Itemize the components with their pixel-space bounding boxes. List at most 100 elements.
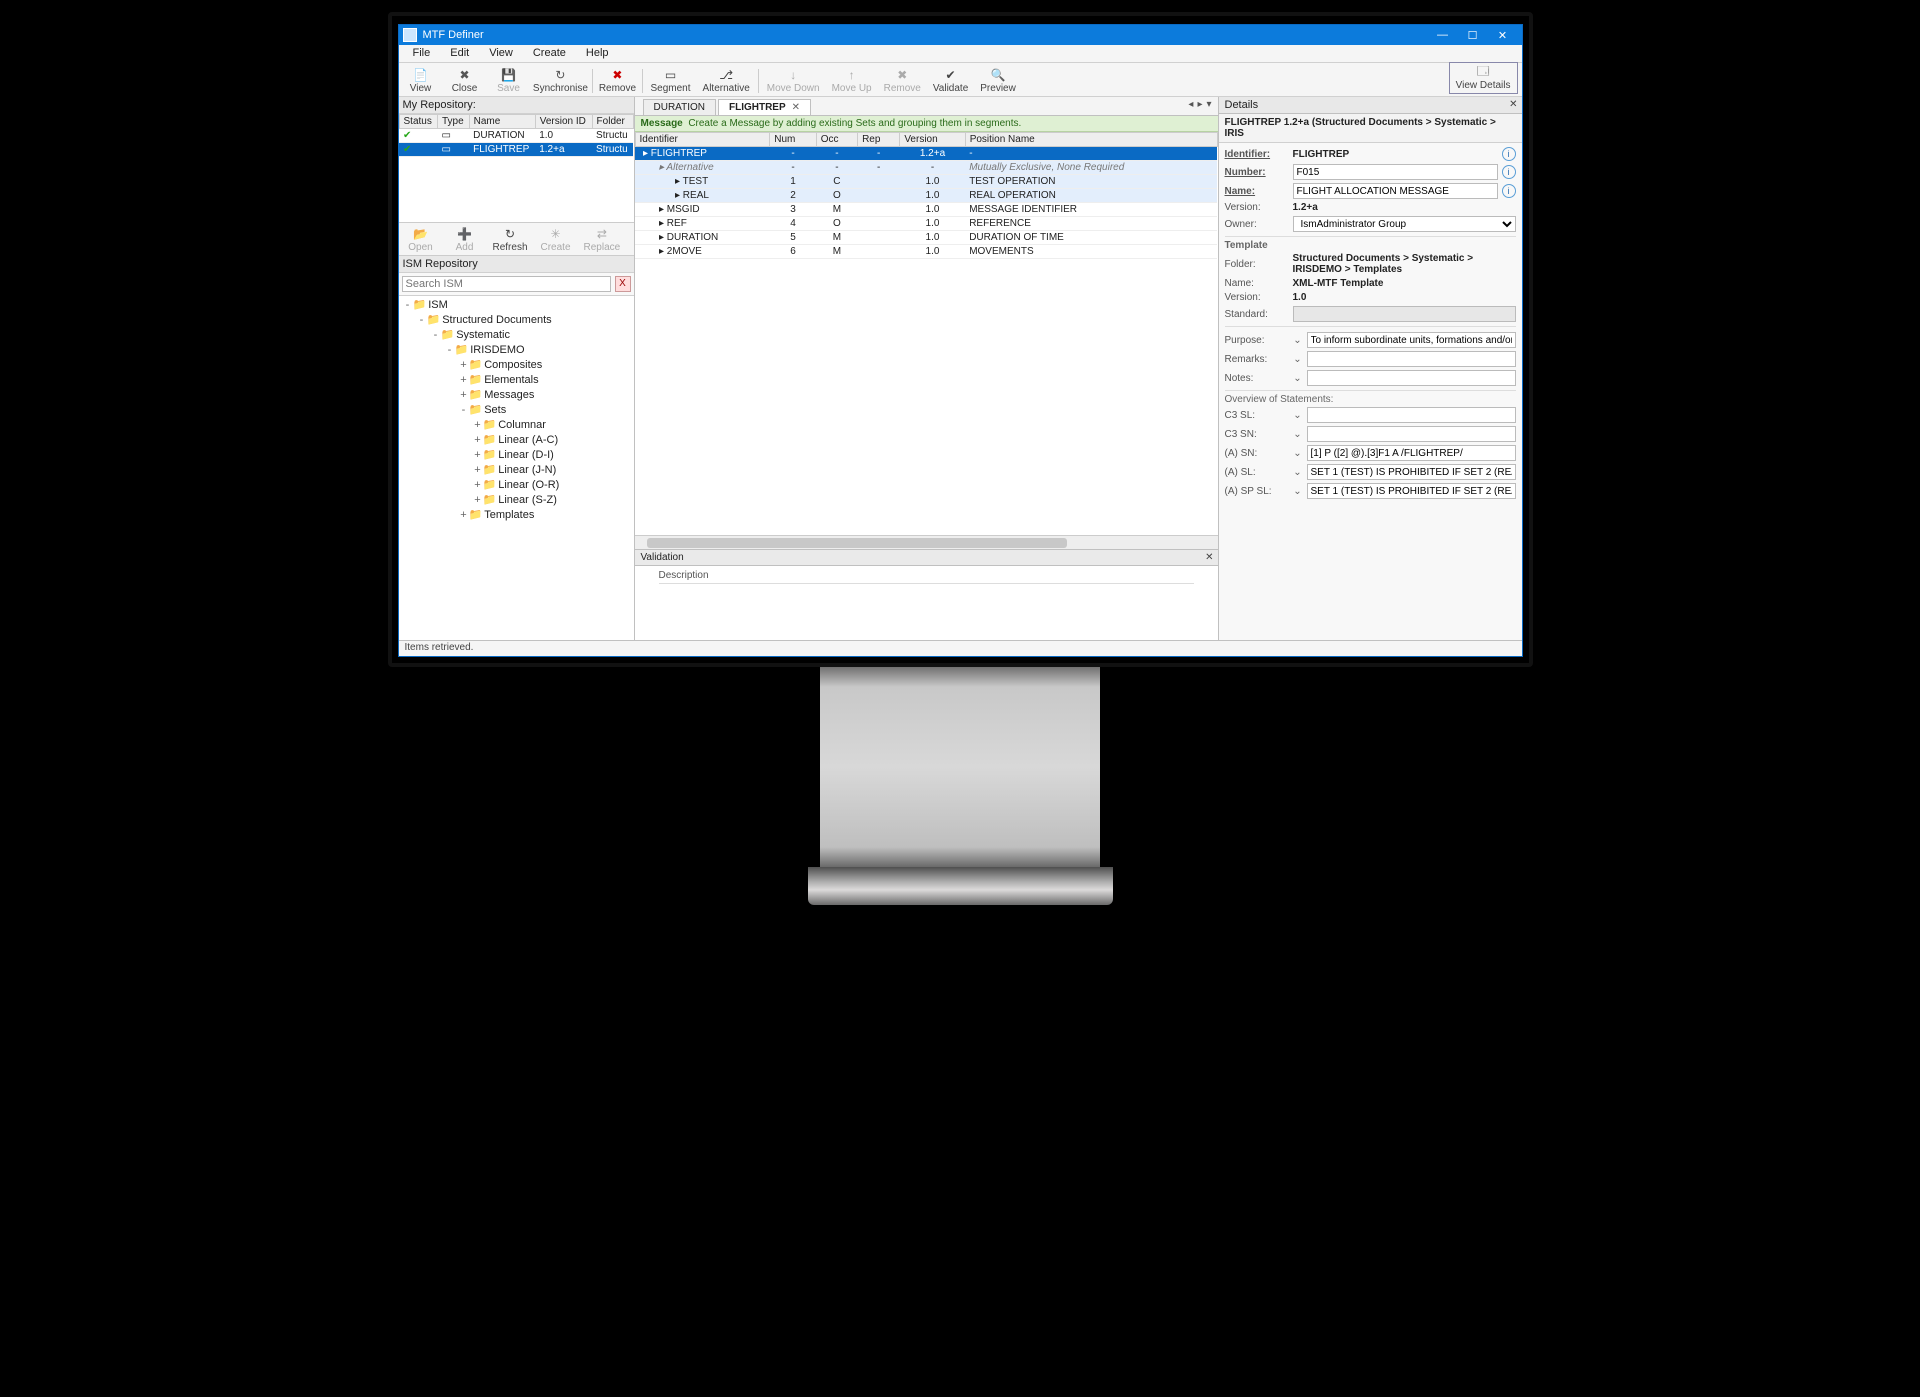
tree-toggle-icon[interactable]: + — [459, 373, 469, 388]
tree-node-composites[interactable]: +📁Composites — [401, 358, 632, 373]
tree-toggle-icon[interactable]: + — [459, 358, 469, 373]
tree-node-sets[interactable]: -📁Sets — [401, 403, 632, 418]
asl-expand-icon[interactable]: ⌄ — [1293, 467, 1303, 478]
purpose-expand-icon[interactable]: ⌄ — [1293, 335, 1303, 346]
tab-next-button[interactable]: ▸ — [1197, 99, 1202, 110]
grid-row[interactable]: ▸ REF4O1.0REFERENCE — [635, 217, 1217, 231]
tree-node-linear-o-r-[interactable]: +📁Linear (O-R) — [401, 478, 632, 493]
tree-node-linear-d-i-[interactable]: +📁Linear (D-I) — [401, 448, 632, 463]
tree-node-messages[interactable]: +📁Messages — [401, 388, 632, 403]
repo-col-type[interactable]: Type — [438, 115, 470, 129]
tree-toggle-icon[interactable]: - — [431, 328, 441, 343]
tree-toggle-icon[interactable]: - — [445, 343, 455, 358]
repo-row[interactable]: ✔▭FLIGHTREP1.2+aStructu — [399, 143, 633, 157]
tab-prev-button[interactable]: ◂ — [1188, 99, 1193, 110]
grid-row[interactable]: ▸ DURATION5M1.0DURATION OF TIME — [635, 231, 1217, 245]
grid-row[interactable]: ▸ Alternative----Mutually Exclusive, Non… — [635, 161, 1217, 175]
repo-col-folder[interactable]: Folder — [592, 115, 633, 129]
tab-list-button[interactable]: ▾ — [1206, 99, 1211, 110]
tree-node-templates[interactable]: +📁Templates — [401, 508, 632, 523]
aspsl-expand-icon[interactable]: ⌄ — [1293, 486, 1303, 497]
identifier-info-icon[interactable]: i — [1502, 147, 1516, 161]
asn-expand-icon[interactable]: ⌄ — [1293, 448, 1303, 459]
toolbar-validate-button[interactable]: ✔Validate — [927, 66, 974, 96]
c3sl-expand-icon[interactable]: ⌄ — [1293, 410, 1303, 421]
grid-col-version[interactable]: Version — [900, 133, 965, 147]
tree-toggle-icon[interactable]: + — [473, 478, 483, 493]
grid-row[interactable]: ▸ REAL2O1.0REAL OPERATION — [635, 189, 1217, 203]
toolbar-close-button[interactable]: ✖Close — [443, 66, 487, 96]
toolbar-alternative-button[interactable]: ⎇Alternative — [697, 66, 756, 96]
grid-row[interactable]: ▸ 2MOVE6M1.0MOVEMENTS — [635, 245, 1217, 259]
menu-edit[interactable]: Edit — [440, 45, 479, 62]
grid-row[interactable]: ▸ MSGID3M1.0MESSAGE IDENTIFIER — [635, 203, 1217, 217]
ism-search-input[interactable] — [402, 276, 611, 292]
toolbar-synchronise-button[interactable]: ↻Synchronise — [531, 66, 591, 96]
tree-toggle-icon[interactable]: + — [459, 388, 469, 403]
notes-input[interactable] — [1307, 370, 1516, 386]
tree-toggle-icon[interactable]: + — [473, 448, 483, 463]
standard-input[interactable] — [1293, 306, 1516, 322]
c3sl-input[interactable] — [1307, 407, 1516, 423]
tree-node-systematic[interactable]: -📁Systematic — [401, 328, 632, 343]
grid-row[interactable]: ▸ TEST1C1.0TEST OPERATION — [635, 175, 1217, 189]
tree-node-linear-j-n-[interactable]: +📁Linear (J-N) — [401, 463, 632, 478]
tree-node-irisdemo[interactable]: -📁IRISDEMO — [401, 343, 632, 358]
notes-expand-icon[interactable]: ⌄ — [1293, 373, 1303, 384]
c3sn-expand-icon[interactable]: ⌄ — [1293, 429, 1303, 440]
tree-node-linear-a-c-[interactable]: +📁Linear (A-C) — [401, 433, 632, 448]
tree-node-elementals[interactable]: +📁Elementals — [401, 373, 632, 388]
asl-input[interactable] — [1307, 464, 1516, 480]
repo-col-status[interactable]: Status — [399, 115, 438, 129]
tree-node-linear-s-z-[interactable]: +📁Linear (S-Z) — [401, 493, 632, 508]
tree-node-columnar[interactable]: +📁Columnar — [401, 418, 632, 433]
ism-refresh-button[interactable]: ↻Refresh — [487, 225, 534, 255]
tree-toggle-icon[interactable]: + — [473, 493, 483, 508]
c3sn-input[interactable] — [1307, 426, 1516, 442]
toolbar-segment-button[interactable]: ▭Segment — [645, 66, 697, 96]
view-details-button[interactable]: 🗔 View Details — [1449, 62, 1518, 94]
validation-close-button[interactable]: ✕ — [1205, 552, 1213, 563]
tree-toggle-icon[interactable]: - — [459, 403, 469, 418]
menu-file[interactable]: File — [403, 45, 441, 62]
name-info-icon[interactable]: i — [1502, 184, 1516, 198]
toolbar-remove-button[interactable]: ✖Remove — [595, 66, 639, 96]
grid-hscrollbar[interactable] — [635, 535, 1218, 549]
tree-toggle-icon[interactable]: - — [417, 313, 427, 328]
number-info-icon[interactable]: i — [1502, 165, 1516, 179]
name-input[interactable] — [1293, 183, 1498, 199]
tree-node-structured-documents[interactable]: -📁Structured Documents — [401, 313, 632, 328]
grid-col-identifier[interactable]: Identifier — [635, 133, 770, 147]
grid-col-occ[interactable]: Occ — [816, 133, 857, 147]
menu-create[interactable]: Create — [523, 45, 576, 62]
tab-duration[interactable]: DURATION — [643, 99, 716, 115]
tree-toggle-icon[interactable]: + — [459, 508, 469, 523]
grid-col-num[interactable]: Num — [770, 133, 817, 147]
tree-toggle-icon[interactable]: + — [473, 433, 483, 448]
tree-node-ism[interactable]: -📁ISM — [401, 298, 632, 313]
minimize-button[interactable]: — — [1428, 29, 1458, 41]
grid-row[interactable]: ▸ FLIGHTREP---1.2+a- — [635, 147, 1217, 161]
tree-toggle-icon[interactable]: + — [473, 463, 483, 478]
details-close-button[interactable]: ✕ — [1509, 99, 1517, 110]
ism-search-clear-button[interactable]: X — [615, 276, 631, 292]
toolbar-view-button[interactable]: 📄View — [399, 66, 443, 96]
tab-flightrep[interactable]: FLIGHTREP✕ — [718, 99, 811, 115]
tree-toggle-icon[interactable]: - — [403, 298, 413, 313]
close-button[interactable]: ✕ — [1488, 29, 1518, 42]
purpose-input[interactable] — [1307, 332, 1516, 348]
owner-select[interactable]: IsmAdministrator Group — [1293, 216, 1516, 232]
remarks-input[interactable] — [1307, 351, 1516, 367]
grid-col-rep[interactable]: Rep — [858, 133, 900, 147]
repo-row[interactable]: ✔▭DURATION1.0Structu — [399, 129, 633, 143]
tree-toggle-icon[interactable]: + — [473, 418, 483, 433]
remarks-expand-icon[interactable]: ⌄ — [1293, 354, 1303, 365]
toolbar-preview-button[interactable]: 🔍Preview — [974, 66, 1022, 96]
maximize-button[interactable]: ☐ — [1458, 29, 1488, 42]
asn-input[interactable] — [1307, 445, 1516, 461]
menu-view[interactable]: View — [479, 45, 523, 62]
repo-col-name[interactable]: Name — [469, 115, 535, 129]
grid-col-position-name[interactable]: Position Name — [965, 133, 1217, 147]
menu-help[interactable]: Help — [576, 45, 619, 62]
tab-close-icon[interactable]: ✕ — [792, 102, 800, 113]
